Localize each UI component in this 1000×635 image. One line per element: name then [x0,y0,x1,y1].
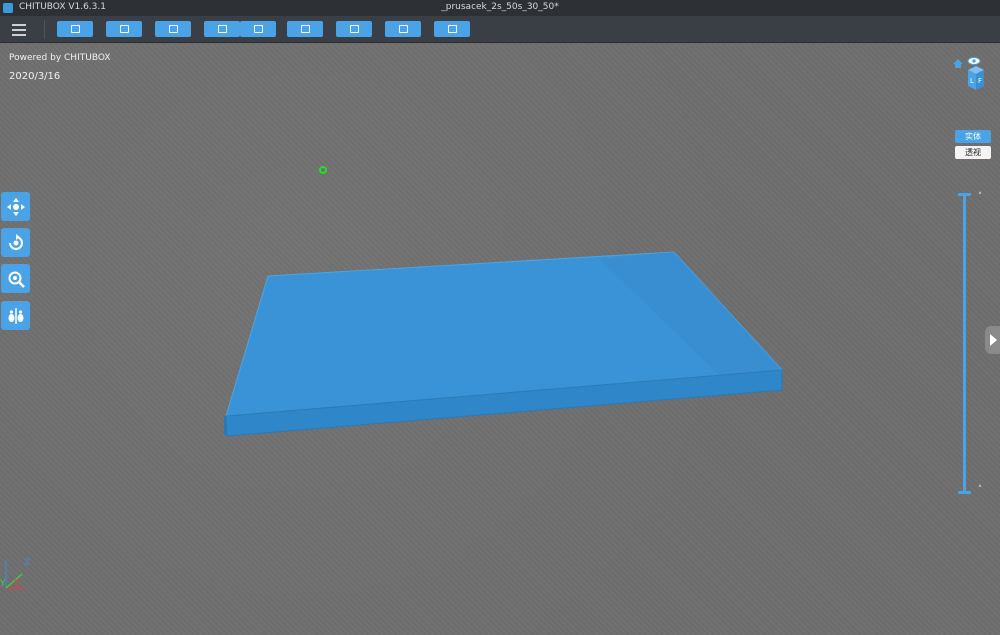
slider-up-arrow-icon[interactable]: ˅ [975,192,985,202]
settings-icon [447,25,457,33]
slider-down-arrow-icon[interactable]: ˄ [975,485,985,495]
hierarchy-icon [349,25,359,33]
cursor-ring-icon [319,166,327,174]
toolbar [0,16,1000,43]
axis-gizmo-icon: Z Y X [0,558,30,589]
3d-viewport[interactable]: Powered by CHITUBOX 2020/3/16 L F 实体 透视 … [0,44,1000,635]
toolbar-divider [44,20,45,39]
date-label: 2020/3/16 [9,71,61,82]
layout-icon [168,25,178,33]
rotate-tool-button[interactable] [1,228,30,257]
rotate-icon [8,233,23,250]
save-button[interactable] [106,21,142,37]
support-icon [398,25,408,33]
layout-button[interactable] [155,21,191,37]
mirror-icon [8,307,23,324]
title-bar: CHITUBOX V1.6.3.1 _prusacek_2s_50s_30_50… [0,0,1000,16]
view-cube-icon[interactable]: L F [951,56,985,92]
powered-by-label: Powered by CHITUBOX [9,53,111,63]
slider-bottom-handle[interactable] [958,491,971,494]
svg-text:L: L [970,77,974,85]
svg-text:F: F [978,77,982,85]
slice-button[interactable] [287,21,323,37]
axis-z-label: Z [24,558,30,568]
layer-slider[interactable] [963,194,966,492]
import-icon [217,25,227,33]
solid-mode-button[interactable]: 实体 [955,130,991,143]
expand-panel-tab[interactable] [985,326,1000,354]
model-3d[interactable] [0,44,1000,635]
import-button[interactable] [204,21,240,37]
open-file-button[interactable] [57,21,93,37]
save-icon [119,25,129,33]
mirror-tool-button[interactable] [1,301,30,330]
transparent-mode-button[interactable]: 透视 [955,146,991,159]
move-tool-button[interactable] [1,192,30,221]
axis-y-label: Y [0,579,6,589]
open-file-icon [70,25,80,33]
export-button[interactable] [240,21,276,37]
slice-icon [300,25,310,33]
axis-x-label: X [14,578,20,587]
scale-icon [8,271,25,288]
export-icon [253,25,263,33]
document-title: _prusacek_2s_50s_30_50* [441,2,559,12]
hierarchy-button[interactable] [336,21,372,37]
move-icon [6,197,25,216]
hamburger-menu-icon[interactable] [10,21,28,37]
support-button[interactable] [385,21,421,37]
scale-tool-button[interactable] [1,264,30,293]
settings-button[interactable] [434,21,470,37]
